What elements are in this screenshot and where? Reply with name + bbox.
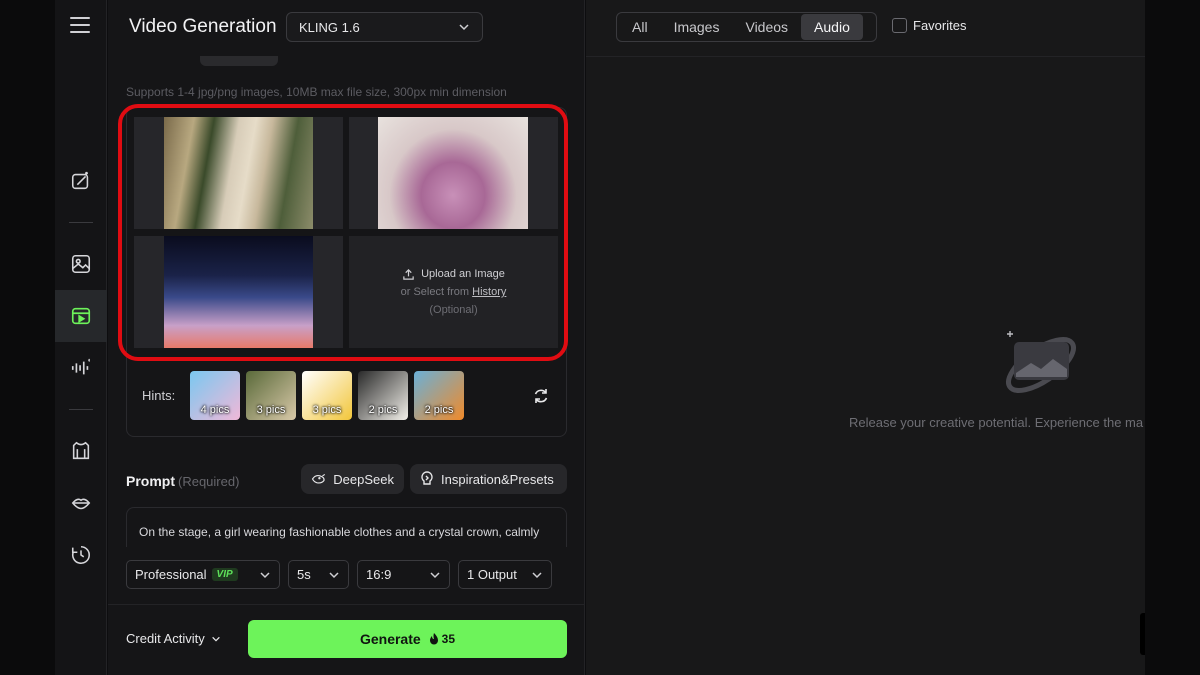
nav-magic-wand[interactable] (55, 155, 107, 207)
prompt-required-label: (Required) (178, 474, 240, 489)
inspiration-presets-label: Inspiration&Presets (441, 471, 554, 487)
credit-cost-value: 35 (441, 632, 456, 646)
nav-audio[interactable] (55, 342, 107, 394)
deepseek-button[interactable]: DeepSeek (301, 464, 404, 494)
flame-icon (429, 633, 438, 645)
chevron-down-icon (532, 571, 542, 578)
credit-activity-label: Credit Activity (126, 631, 205, 646)
history-clock-icon (71, 545, 90, 565)
inspiration-presets-button[interactable]: Inspiration&Presets (410, 464, 567, 494)
chevron-down-icon (329, 571, 339, 578)
nav-shirt[interactable] (55, 425, 107, 477)
prompt-label: Prompt (126, 473, 175, 489)
duration-value: 5s (297, 567, 311, 582)
select-from-label: or Select from (400, 286, 470, 298)
deepseek-label: DeepSeek (333, 471, 394, 487)
hint-item[interactable]: 4 pics (190, 371, 240, 420)
chevron-down-icon (430, 571, 440, 578)
hint-item[interactable]: 3 pics (246, 371, 296, 420)
nav-history[interactable] (55, 529, 107, 581)
page-title: Video Generation (129, 16, 277, 37)
hints-label: Hints: (142, 388, 176, 403)
filter-tab-all[interactable]: All (619, 14, 661, 40)
favorites-toggle[interactable]: Favorites (892, 18, 966, 33)
chevron-down-icon (211, 636, 220, 642)
prompt-textarea[interactable]: On the stage, a girl wearing fashionable… (126, 507, 567, 547)
filter-tab-images[interactable]: Images (661, 14, 733, 40)
uploaded-image-woman[interactable] (134, 117, 343, 229)
credit-activity-dropdown[interactable]: Credit Activity (126, 631, 221, 646)
generate-label: Generate (359, 631, 421, 647)
empty-state-text: Release your creative potential. Experie… (849, 415, 1144, 430)
filter-tab-videos[interactable]: Videos (732, 14, 801, 40)
favorites-checkbox[interactable] (892, 18, 907, 33)
shirt-icon (72, 441, 90, 460)
favorites-label: Favorites (913, 18, 967, 33)
results-filter-tabs: All Images Videos Audio (616, 12, 877, 42)
upload-label: Upload an Image (421, 268, 505, 280)
model-select-value: KLING 1.6 (299, 19, 360, 35)
hint-item[interactable]: 2 pics (358, 371, 408, 420)
hint-count: 2 pics (424, 404, 454, 416)
filter-tab-audio[interactable]: Audio (801, 14, 863, 40)
nav-lips[interactable] (55, 477, 107, 529)
output-count-value: 1 Output (467, 567, 517, 582)
output-count-select[interactable]: 1 Output (458, 560, 552, 589)
outer-left-bar (0, 0, 55, 675)
optional-label: (Optional) (429, 304, 478, 316)
hamburger-menu-icon[interactable] (70, 17, 90, 35)
nav-divider (69, 222, 93, 223)
image-icon (71, 254, 91, 274)
credit-cost: 35 (429, 632, 455, 646)
nav-image[interactable] (55, 238, 107, 290)
video-icon (71, 307, 91, 325)
outer-right-bar (1145, 0, 1200, 675)
tab-stub[interactable] (200, 56, 278, 66)
hint-item[interactable]: 3 pics (302, 371, 352, 420)
empty-state-icon (1006, 331, 1076, 393)
upload-requirements: Supports 1-4 jpg/png images, 10MB max fi… (126, 85, 507, 99)
aspect-ratio-select[interactable]: 16:9 (357, 560, 450, 589)
hint-count: 3 pics (256, 404, 286, 416)
hint-count: 2 pics (368, 404, 398, 416)
upload-image-slot[interactable]: Upload an Image or Select from History (… (349, 236, 558, 348)
uploaded-image-stage[interactable] (134, 236, 343, 348)
icon-nav-rail (55, 0, 107, 675)
upload-icon (403, 268, 414, 280)
stage-runway-photo (164, 236, 313, 348)
hint-count: 4 pics (200, 404, 230, 416)
audio-wave-icon (71, 358, 90, 375)
vip-badge: VIP (211, 568, 238, 581)
model-select[interactable]: KLING 1.6 (286, 12, 483, 42)
scroll-handle[interactable] (1140, 613, 1145, 655)
magic-wand-icon (71, 171, 89, 190)
mode-value: Professional (135, 567, 207, 582)
nav-divider (69, 409, 93, 410)
nav-video[interactable] (55, 290, 107, 342)
lips-icon (71, 498, 91, 510)
history-link[interactable]: History (472, 286, 506, 298)
refresh-icon[interactable] (532, 387, 550, 405)
woman-photo (164, 117, 313, 229)
generate-button[interactable]: Generate 35 (248, 620, 567, 658)
lightbulb-icon (421, 471, 433, 485)
duration-select[interactable]: 5s (288, 560, 349, 589)
hint-item[interactable]: 2 pics (414, 371, 464, 420)
chevron-down-icon (260, 571, 270, 578)
uploaded-image-crown[interactable] (349, 117, 558, 229)
mode-select[interactable]: Professional VIP (126, 560, 280, 589)
hint-count: 3 pics (312, 404, 342, 416)
deepseek-whale-icon (311, 473, 326, 484)
crystal-crown-photo (378, 117, 528, 229)
chevron-down-icon (459, 24, 469, 31)
aspect-ratio-value: 16:9 (366, 567, 392, 582)
